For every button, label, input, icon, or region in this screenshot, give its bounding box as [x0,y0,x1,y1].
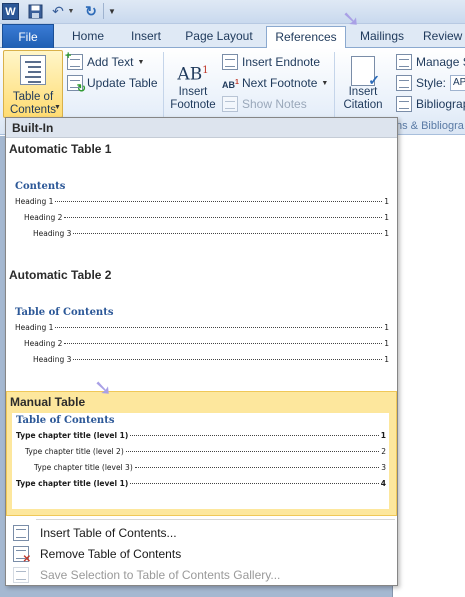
insert-endnote-label: Insert Endnote [242,55,321,69]
add-text-button[interactable]: Add Text ▼ [65,50,145,72]
ribbon-tabs: File Home Insert Page Layout References … [0,24,465,50]
manage-sources-button[interactable]: Manage S [396,52,465,72]
undo-dropdown-icon[interactable]: ▼ [67,3,75,20]
next-footnote-label: Next Footnote [242,76,318,90]
style-label: Style: [416,76,447,90]
remove-table-of-contents-menu-item[interactable]: Remove Table of Contents [6,543,397,565]
table-of-contents-icon [20,55,46,85]
bibliography-label: Bibliograp [416,97,465,111]
style-icon [396,75,412,91]
save-selection-label: Save Selection to Table of Contents Gall… [40,568,281,582]
gallery-item-title: Manual Table [10,395,86,409]
tab-file[interactable]: File [2,24,54,48]
update-table-button[interactable]: Update Table [67,73,158,95]
insert-footnote-label: Insert Footnote [170,86,216,111]
update-table-label: Update Table [87,76,158,90]
sample-heading: Table of Contents [16,415,115,426]
annotation-arrow-icon: ➘ [93,375,113,400]
add-text-label: Add Text [87,55,134,69]
show-notes-icon [222,96,238,112]
tab-insert[interactable]: Insert [120,26,172,48]
quick-access-toolbar: W ↶ ▼ ↻ ▼ [0,0,465,24]
citations-bibliography-group-label: ns & Bibliogra [396,120,464,132]
automatic-table-1-option[interactable]: Automatic Table 1 Contents Heading 11 He… [6,139,397,264]
toc-sample-row: Type chapter title (level 1) 1 [16,431,386,440]
endnote-icon [222,54,238,70]
toc-sample-row: Heading 31 [33,229,389,238]
toc-sample-row: Heading 31 [33,355,389,364]
insert-toc-icon [13,525,29,541]
bibliography-icon [396,96,412,112]
save-selection-to-gallery-menu-item[interactable]: Save Selection to Table of Contents Gall… [6,564,397,586]
insert-citation-label: Insert Citation [343,86,383,111]
remove-toc-icon [13,546,31,565]
gallery-item-title: Automatic Table 1 [9,142,112,156]
insert-footnote-button[interactable]: AB1 Insert Footnote [168,56,218,118]
style-control: Style: APA [396,73,465,93]
insert-toc-label: Insert Table of Contents... [40,526,177,540]
next-footnote-button[interactable]: AB1 Next Footnote ▼ [222,73,328,93]
automatic-table-2-option[interactable]: Automatic Table 2 Table of Contents Head… [6,265,397,389]
manual-table-preview: Table of Contents Type chapter title (le… [12,413,389,509]
insert-citation-button[interactable]: InsertCitation [339,56,387,118]
annotation-arrow-icon: ➘ [341,6,361,31]
word-logo-letter: W [5,5,16,18]
show-notes-button[interactable]: Show Notes [222,94,307,114]
toc-sample-row: Heading 11 [15,197,389,206]
remove-toc-label: Remove Table of Contents [40,547,182,561]
toolbar-divider [103,3,104,19]
next-footnote-icon: AB1 [222,79,239,90]
insert-table-of-contents-menu-item[interactable]: Insert Table of Contents... [6,522,397,544]
menu-divider [36,519,395,520]
citation-icon [351,56,380,89]
toc-sample-row: Heading 21 [24,213,389,222]
toc-sample-row: Heading 11 [15,323,389,332]
bibliography-button[interactable]: Bibliograp [396,94,465,114]
toc-sample-row: Type chapter title (level 2) 2 [25,447,386,456]
chevron-down-icon: ▼ [54,104,61,111]
save-selection-icon [13,567,29,583]
update-table-icon [67,75,86,95]
chevron-down-icon: ▼ [137,58,145,66]
toc-sample-row: Type chapter title (level 3) 3 [34,463,386,472]
word-logo-icon[interactable]: W [2,3,19,20]
save-icon[interactable] [27,3,43,20]
chevron-down-icon: ▼ [321,79,329,87]
gallery-item-title: Automatic Table 2 [9,268,112,282]
add-text-icon [65,50,83,70]
gallery-section-header: Built-In [6,118,397,138]
footnote-icon: AB1 [177,64,209,85]
redo-icon[interactable]: ↻ [83,3,99,20]
insert-endnote-button[interactable]: Insert Endnote [222,52,320,72]
sample-heading: Table of Contents [15,307,114,318]
sample-heading: Contents [15,181,66,192]
table-of-contents-gallery: Built-In Automatic Table 1 Contents Head… [5,117,398,586]
toc-sample-row: Type chapter title (level 1) 4 [16,479,386,488]
tab-home[interactable]: Home [62,26,114,48]
manual-table-option[interactable]: Manual Table Table of Contents Type chap… [6,391,397,516]
tab-page-layout[interactable]: Page Layout [180,26,258,48]
customize-toolbar-icon[interactable]: ▼ [107,3,117,20]
manage-sources-icon [396,54,412,70]
style-select[interactable]: APA [450,75,465,91]
show-notes-label: Show Notes [242,97,307,111]
tab-review[interactable]: Review [423,26,465,48]
toc-sample-row: Heading 21 [24,339,389,348]
undo-icon[interactable]: ↶ [50,3,66,20]
document-page[interactable] [392,136,465,597]
table-of-contents-button[interactable]: Table of Contents ▼ [3,50,63,118]
tab-references[interactable]: References [266,26,346,50]
manage-sources-label: Manage S [416,55,465,69]
